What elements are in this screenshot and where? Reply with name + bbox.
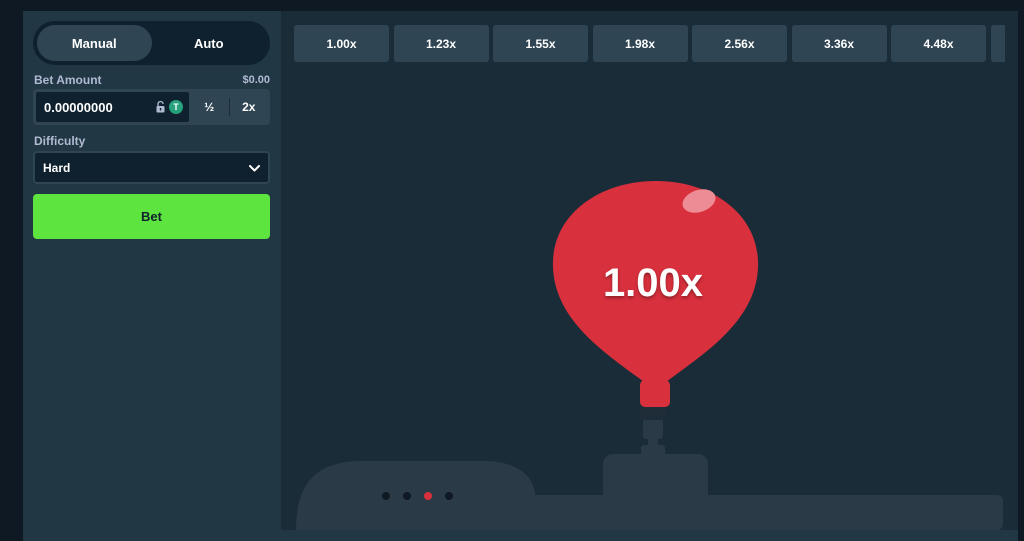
pump-pipe-lower — [641, 445, 665, 457]
pager-dot — [403, 492, 411, 500]
pager-dot — [445, 492, 453, 500]
multiplier-tile: 1.00x — [294, 25, 389, 62]
balloon-multiplier: 1.00x — [602, 261, 704, 305]
multiplier-tile: 2.56x — [692, 25, 787, 62]
pager-dot-active — [424, 492, 432, 500]
base-floor-shape — [523, 495, 1003, 530]
multiplier-tile: 1.98x — [592, 25, 688, 62]
footer-strip — [23, 530, 1018, 541]
pager-dot — [382, 492, 390, 500]
pump-game-canvas — [296, 181, 1003, 530]
multiplier-tile: 4.48x — [891, 25, 986, 62]
pump-box — [603, 454, 708, 530]
multiplier-tile: 1.55x — [493, 25, 588, 62]
multiplier-tile: 1.23x — [393, 25, 489, 62]
pump-pipe-upper — [643, 419, 663, 439]
multiplier-tile: 3.36x — [791, 25, 887, 62]
multiplier-tile-overflow — [990, 25, 1005, 62]
multiplier-strip: 1.00x 1.23x 1.55x 1.98x 2.56x 3.36x 4.48x — [294, 25, 1005, 62]
game-window: Manual Auto Bet Amount $0.00 T ½ — [23, 11, 1018, 530]
balloon-knot — [640, 380, 670, 407]
pump-nozzle — [640, 406, 666, 420]
